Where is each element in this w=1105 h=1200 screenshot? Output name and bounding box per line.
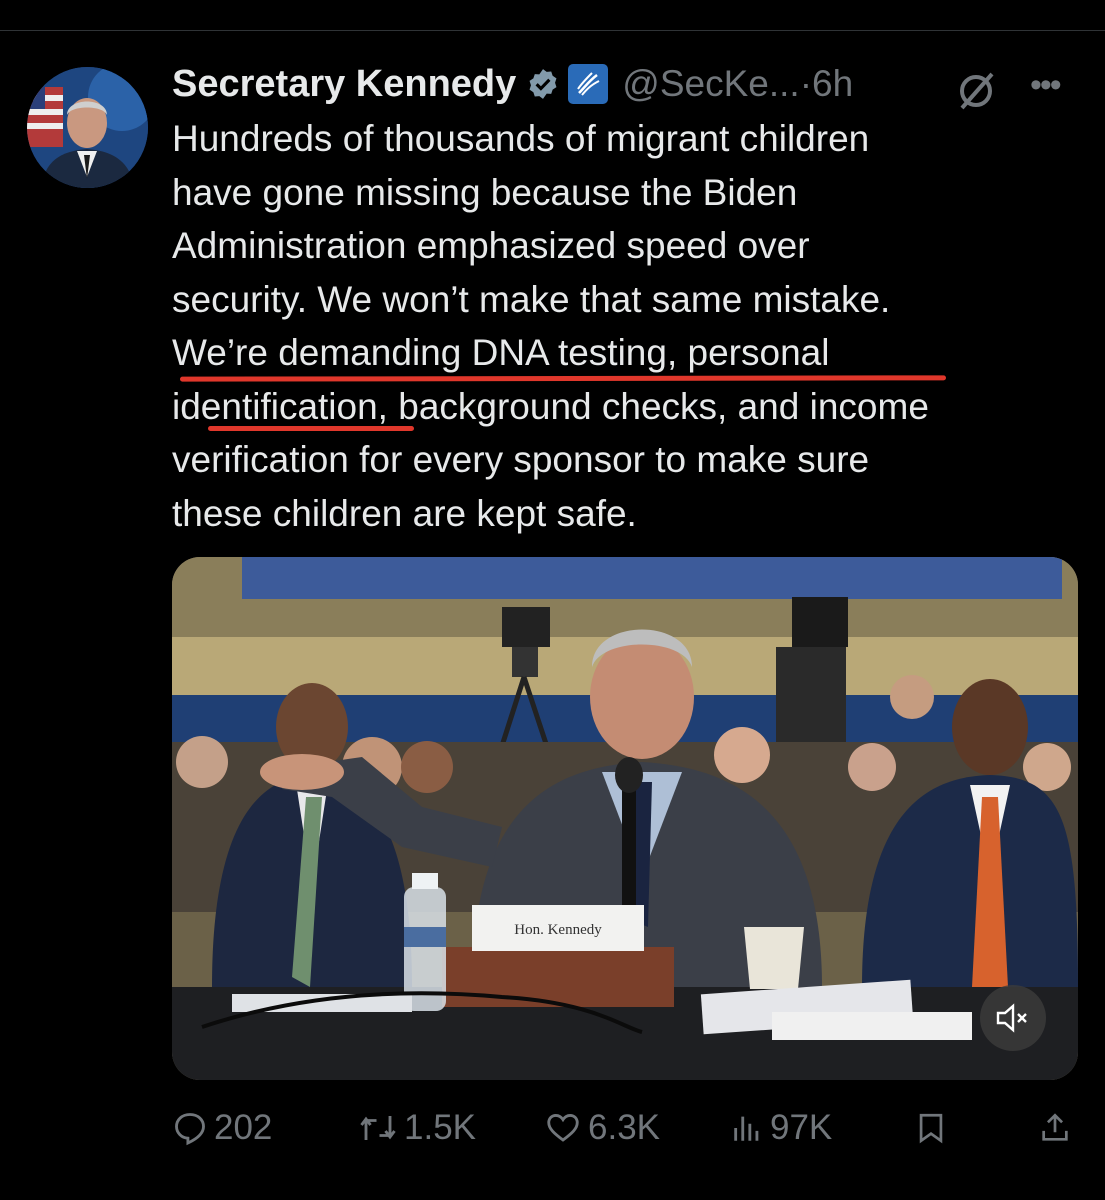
tweet-actions: 202 1.5K 6.3K 97K xyxy=(172,1100,1082,1156)
verified-badge-icon[interactable] xyxy=(526,67,560,101)
bookmark-icon xyxy=(919,1113,943,1144)
grok-icon[interactable] xyxy=(954,68,998,112)
reply-icon xyxy=(175,1113,205,1146)
repost-count: 1.5K xyxy=(404,1108,476,1147)
bookmark-button[interactable] xyxy=(914,1100,948,1156)
red-underline-annotation xyxy=(208,426,414,431)
tweet-time: 6h xyxy=(812,63,854,104)
nameplate-text: Hon. Kennedy xyxy=(514,922,602,938)
views-count: 97K xyxy=(770,1108,833,1147)
share-button[interactable] xyxy=(1038,1100,1072,1156)
video-player[interactable]: Hon. Kennedy xyxy=(172,557,1078,1080)
author-name[interactable]: Secretary Kennedy xyxy=(172,63,516,106)
reply-button[interactable]: 202 xyxy=(172,1100,272,1156)
heart-icon xyxy=(547,1113,579,1142)
avatar[interactable] xyxy=(27,67,148,188)
top-divider xyxy=(0,30,1105,31)
repost-icon xyxy=(360,1116,396,1140)
share-icon xyxy=(1042,1113,1068,1141)
author-handle[interactable]: @SecKe...·6h xyxy=(622,63,853,105)
like-button[interactable]: 6.3K xyxy=(544,1100,660,1156)
views-icon xyxy=(734,1116,759,1141)
more-options-icon[interactable]: ••• xyxy=(1030,68,1076,102)
tweet-header: Secretary Kennedy @SecKe...·6h xyxy=(172,58,1082,110)
views-button[interactable]: 97K xyxy=(730,1100,832,1156)
tweet-text: Hundreds of thousands of migrant childre… xyxy=(172,118,929,534)
video-frame: Hon. Kennedy xyxy=(172,557,1078,1080)
repost-button[interactable]: 1.5K xyxy=(358,1100,476,1156)
government-affiliation-icon[interactable] xyxy=(568,64,609,104)
speaker-muted-icon xyxy=(996,1003,1027,1033)
mute-button[interactable] xyxy=(980,985,1046,1051)
reply-count: 202 xyxy=(214,1108,273,1147)
like-count: 6.3K xyxy=(588,1108,660,1147)
avatar-photo xyxy=(27,67,148,188)
